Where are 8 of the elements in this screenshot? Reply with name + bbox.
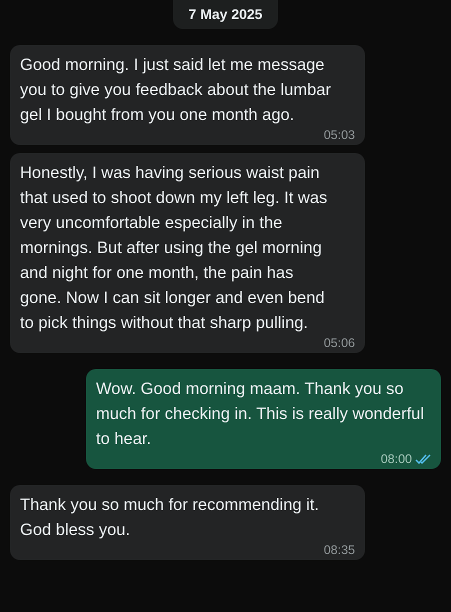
message-time: 08:35 [324, 543, 355, 557]
message-text: Wow. Good morning maam. Thank you so much for checking in. This is really wonderful to hear. [96, 379, 426, 450]
message-time: 08:00 [380, 452, 412, 466]
message-text: Honestly, I was having serious waist pain that used to shoot down my left leg. It was very uncomfortable especially in the mornings. But after using the gel morning and night for one month, the pain has gone. Now I can sit longer and even bend to pick things without that sharp pulling. [20, 163, 328, 334]
message-text: Thank you so much for recommending it. God bless you. [20, 495, 320, 541]
message-time: 05:06 [324, 336, 355, 350]
message-text: Good morning. I just said let me message you to give you feedback about the lumbar gel I bought from you one month ago. [20, 55, 332, 126]
message-time: 05:03 [324, 128, 355, 142]
